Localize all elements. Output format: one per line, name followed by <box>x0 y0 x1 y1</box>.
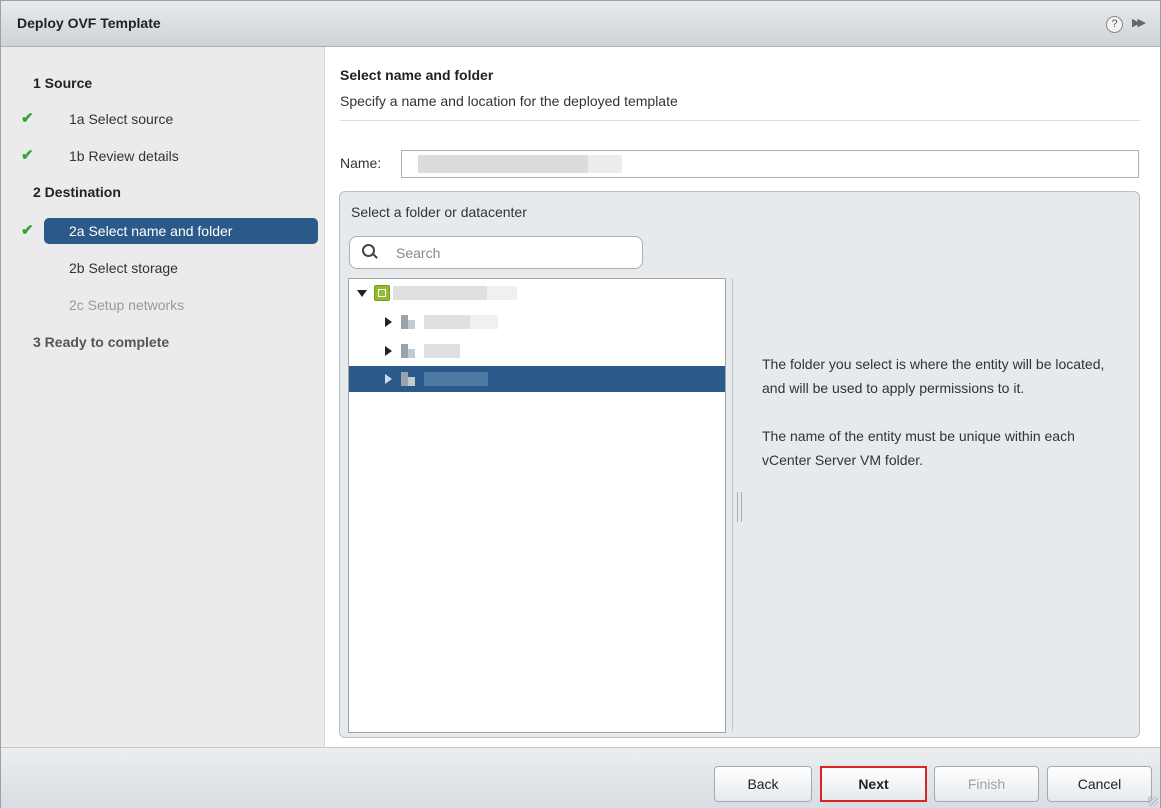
redacted-label <box>487 286 517 300</box>
tree-row-datacenter-selected[interactable] <box>349 366 725 392</box>
next-button[interactable]: Next <box>820 766 927 802</box>
search-icon <box>362 244 375 257</box>
check-icon: ✔ <box>21 110 34 127</box>
collapse-icon[interactable]: ▶▶ <box>1132 16 1146 29</box>
name-field[interactable] <box>401 150 1139 178</box>
name-label: Name: <box>340 155 382 171</box>
nav-item-review-details[interactable]: ✔ 1b Review details <box>1 143 324 169</box>
nav-item-select-storage[interactable]: 2b Select storage <box>1 255 324 281</box>
expand-arrow-icon[interactable] <box>357 290 367 297</box>
redacted-label <box>393 286 487 300</box>
check-icon: ✔ <box>21 147 34 164</box>
dialog-titlebar: Deploy OVF Template ? ▶▶ <box>1 1 1160 47</box>
help-icon[interactable]: ? <box>1106 16 1123 33</box>
redacted-label <box>424 372 488 386</box>
resize-grip-icon[interactable] <box>1148 796 1158 806</box>
datacenter-icon <box>401 344 415 358</box>
dialog-title: Deploy OVF Template <box>17 15 161 31</box>
nav-item-label: 3 Ready to complete <box>33 334 170 350</box>
panel-title: Select a folder or datacenter <box>351 204 527 220</box>
datacenter-icon <box>401 315 415 329</box>
nav-item-select-source[interactable]: ✔ 1a Select source <box>1 106 324 132</box>
deploy-ovf-dialog: Deploy OVF Template ? ▶▶ 1 Source ✔ 1a S… <box>0 0 1161 808</box>
wizard-steps-nav: 1 Source ✔ 1a Select source ✔ 1b Review … <box>1 47 325 747</box>
nav-item-label: 2 Destination <box>33 184 121 200</box>
nav-step-destination[interactable]: 2 Destination <box>1 179 324 205</box>
redacted-label <box>470 315 498 329</box>
folder-tree[interactable] <box>348 278 726 733</box>
search-input[interactable] <box>394 242 628 264</box>
nav-step-source[interactable]: 1 Source <box>1 70 324 96</box>
cancel-button[interactable]: Cancel <box>1047 766 1152 802</box>
divider <box>340 120 1140 121</box>
check-icon: ✔ <box>21 222 34 239</box>
dialog-footer: Back Next Finish Cancel <box>1 747 1160 808</box>
nav-item-label: 2c Setup networks <box>69 297 185 313</box>
vcenter-icon <box>374 285 390 301</box>
nav-item-label: 1b Review details <box>69 148 179 164</box>
help-text: The folder you select is where the entit… <box>762 352 1122 496</box>
redacted-label <box>424 315 470 329</box>
redacted-label <box>424 344 460 358</box>
finish-button: Finish <box>934 766 1039 802</box>
nav-item-select-name-and-folder[interactable]: ✔ 2a Select name and folder <box>1 218 324 244</box>
help-paragraph: The name of the entity must be unique wi… <box>762 428 1075 468</box>
collapsed-arrow-icon[interactable] <box>385 346 392 356</box>
folder-selection-panel: Select a folder or datacenter Search The… <box>339 191 1140 738</box>
nav-item-label: 1 Source <box>33 75 93 91</box>
nav-step-ready-to-complete: 3 Ready to complete <box>1 329 324 355</box>
back-button[interactable]: Back <box>714 766 812 802</box>
nav-item-label: 2a Select name and folder <box>69 223 233 239</box>
tree-row-datacenter[interactable] <box>349 338 725 364</box>
nav-item-setup-networks: 2c Setup networks <box>1 292 324 318</box>
help-paragraph: The folder you select is where the entit… <box>762 356 1105 396</box>
search-box[interactable] <box>349 236 643 269</box>
datacenter-icon <box>401 372 415 386</box>
collapsed-arrow-icon[interactable] <box>385 317 392 327</box>
splitter-grip-icon[interactable] <box>737 492 742 522</box>
nav-item-label: 2b Select storage <box>69 260 178 276</box>
page-title: Select name and folder <box>340 67 494 83</box>
tree-row-vcenter[interactable] <box>349 280 725 306</box>
redacted-name-value <box>588 155 622 173</box>
collapsed-arrow-icon[interactable] <box>385 374 392 384</box>
page-subtitle: Specify a name and location for the depl… <box>340 93 678 109</box>
tree-row-datacenter[interactable] <box>349 309 725 335</box>
redacted-name-value <box>418 155 588 173</box>
nav-item-label: 1a Select source <box>69 111 174 127</box>
wizard-content: Select name and folder Specify a name an… <box>325 47 1160 747</box>
